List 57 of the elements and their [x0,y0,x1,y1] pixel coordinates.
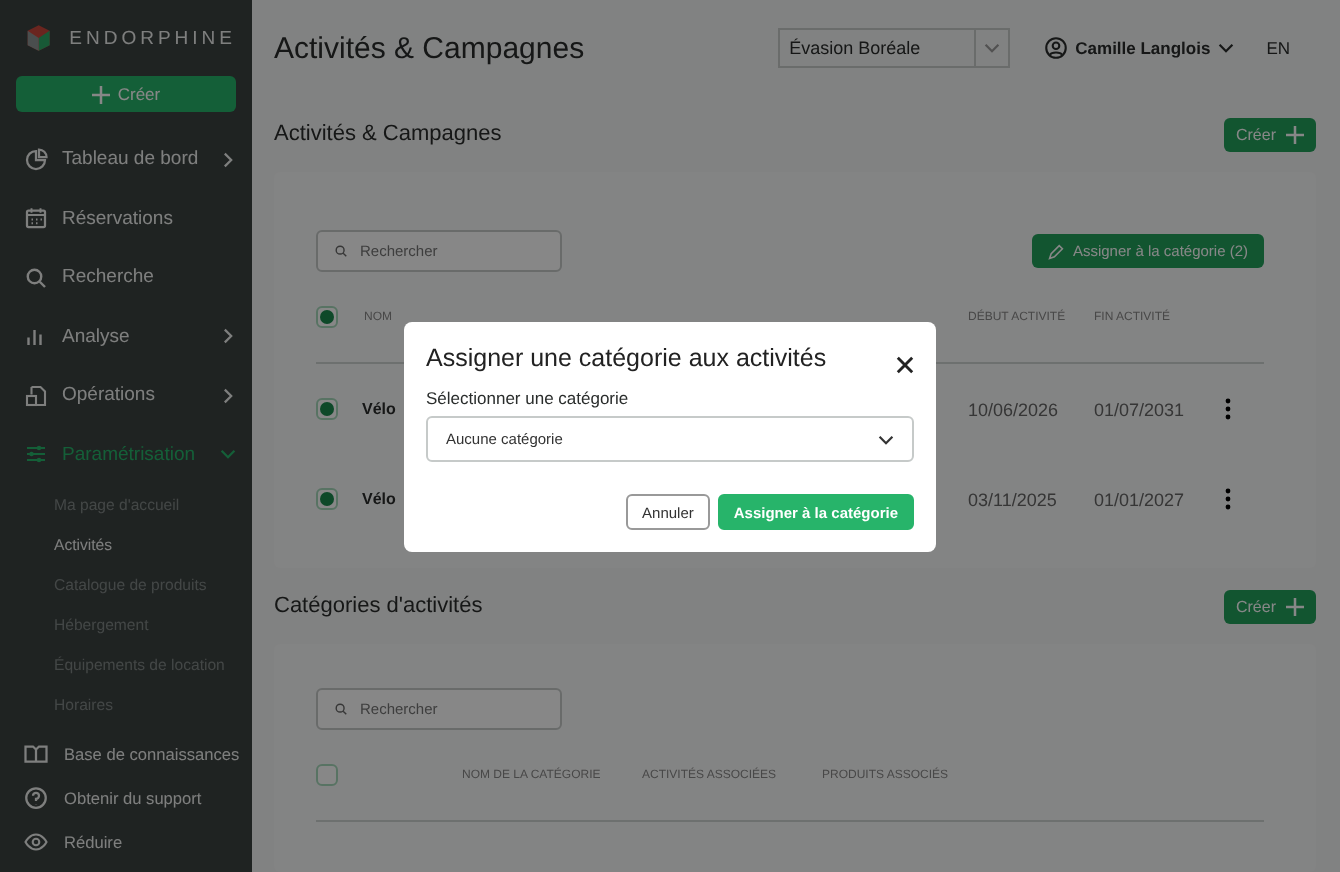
table-cell-text: Vélo [362,400,398,418]
nav-item[interactable]: Réduire [16,820,236,864]
plus-icon [91,85,110,103]
pencil-icon [1048,243,1065,259]
chevron-right-icon [220,328,236,345]
checkbox[interactable] [316,306,338,328]
create-button[interactable]: Créer [1223,589,1316,623]
checkbox[interactable] [316,398,338,420]
section-title: Catégories d'activités [274,594,483,618]
nav-item[interactable]: Recherche [16,248,236,307]
nav-item[interactable]: Analyse [16,307,236,366]
search-icon [334,244,348,258]
chevron-right-icon [220,387,236,404]
section-title: Activités & Campagnes [274,122,502,146]
user-menu[interactable]: Camille Langlois [1043,36,1235,60]
logo-icon [24,22,54,54]
plus-icon [1286,125,1304,143]
organization-select[interactable]: Évasion Boréale [777,28,1010,68]
nav-item[interactable]: Opérations [16,366,236,425]
chevron-down-icon [983,40,1000,56]
brand-name: ENDORPHINE [69,27,236,49]
nav-item[interactable]: Obtenir du support [16,776,236,820]
chevron-down-icon [878,431,894,447]
kebab-menu-icon[interactable] [1224,398,1232,420]
nav-item[interactable]: Tableau de bord [16,130,236,189]
plus-icon [1286,597,1304,615]
nav-item[interactable]: Base de connaissances [16,732,236,776]
field-label: Sélectionner une catégorie [426,388,631,408]
checkbox[interactable] [316,488,338,510]
table-cell-text: 03/11/2025 [968,489,1059,509]
dialog-title: Assigner une catégorie aux activités [426,344,827,372]
user-icon [1043,36,1068,60]
page-title: Activités & Campagnes [274,31,587,65]
table-cell-text: 01/01/2027 [1094,489,1187,509]
calendar-icon [24,206,48,231]
help-icon [24,786,48,810]
sliders-icon [24,442,48,467]
chevron-down-icon [1218,40,1235,56]
create-button[interactable]: Créer [16,76,236,112]
search-icon [24,265,48,290]
nav-item[interactable]: Paramétrisation [16,425,236,484]
document-icon [24,383,48,408]
create-button[interactable]: Créer [1223,117,1316,151]
bar-chart-icon [24,324,48,349]
eye-icon [24,830,48,854]
chevron-right-icon [220,151,236,168]
language-button[interactable]: EN [1266,38,1290,58]
pie-chart-icon [24,147,48,172]
table-cell-text: 10/06/2026 [968,399,1061,419]
search-icon [334,702,348,716]
table-cell-text: 01/07/2031 [1094,399,1187,419]
chevron-down-icon [220,446,236,463]
kebab-menu-icon[interactable] [1224,488,1232,510]
table-cell-text: Vélo [362,490,398,508]
nav-item[interactable]: Réservations [16,189,236,248]
checkbox[interactable] [316,764,338,786]
book-icon [24,742,48,766]
